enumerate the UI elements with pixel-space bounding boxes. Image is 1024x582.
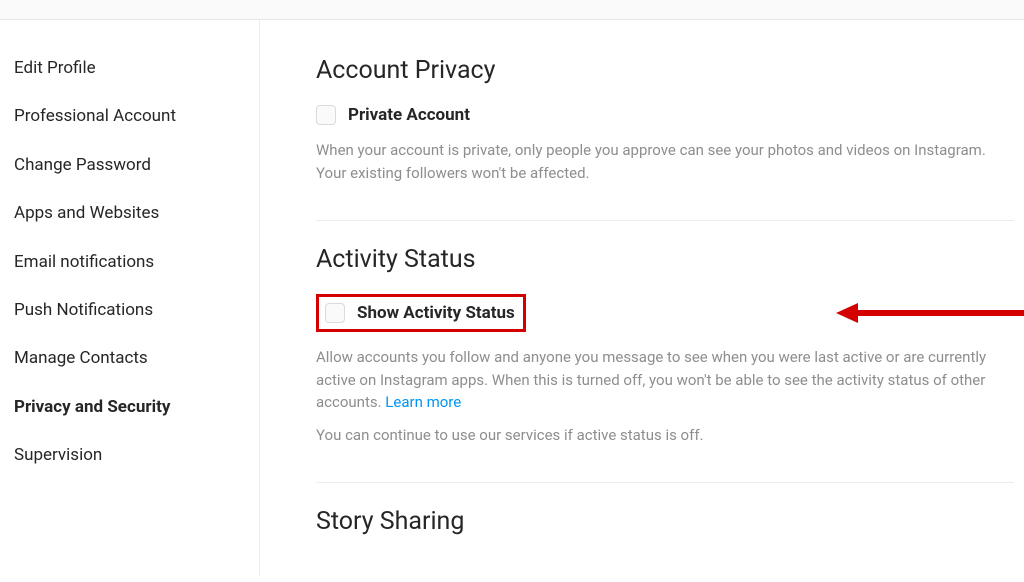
annotation-arrow <box>836 303 1024 323</box>
settings-main: Account Privacy Private Account When you… <box>260 20 1024 576</box>
private-account-label: Private Account <box>348 105 470 125</box>
sidebar-item-push-notifications[interactable]: Push Notifications <box>14 286 259 334</box>
section-story-sharing: Story Sharing <box>316 507 1014 582</box>
arrow-left-icon <box>836 303 858 323</box>
settings-container: Edit Profile Professional Account Change… <box>0 20 1024 576</box>
activity-status-description-2: You can continue to use our services if … <box>316 424 1014 447</box>
show-activity-status-row: Show Activity Status <box>316 294 1014 332</box>
activity-status-description: Allow accounts you follow and anyone you… <box>316 346 1014 414</box>
private-account-row: Private Account <box>316 105 1014 125</box>
sidebar-item-change-password[interactable]: Change Password <box>14 141 259 189</box>
learn-more-link[interactable]: Learn more <box>385 393 461 411</box>
private-account-checkbox[interactable] <box>316 105 336 125</box>
sidebar-item-email-notifications[interactable]: Email notifications <box>14 238 259 286</box>
section-title-story-sharing: Story Sharing <box>316 507 1014 536</box>
settings-sidebar: Edit Profile Professional Account Change… <box>0 20 260 576</box>
sidebar-item-privacy-security[interactable]: Privacy and Security <box>14 383 259 431</box>
section-account-privacy: Account Privacy Private Account When you… <box>316 56 1014 221</box>
arrow-line <box>858 310 1024 316</box>
sidebar-item-manage-contacts[interactable]: Manage Contacts <box>14 334 259 382</box>
sidebar-item-supervision[interactable]: Supervision <box>14 431 259 479</box>
show-activity-status-label: Show Activity Status <box>357 303 515 323</box>
section-title-activity-status: Activity Status <box>316 245 1014 274</box>
top-bar <box>0 0 1024 20</box>
private-account-description: When your account is private, only peopl… <box>316 139 1014 184</box>
sidebar-item-edit-profile[interactable]: Edit Profile <box>14 44 259 92</box>
annotation-highlight-box: Show Activity Status <box>316 294 526 332</box>
section-activity-status: Activity Status Show Activity Status All… <box>316 245 1014 483</box>
show-activity-status-checkbox[interactable] <box>325 303 345 323</box>
sidebar-item-apps-websites[interactable]: Apps and Websites <box>14 189 259 237</box>
section-title-account-privacy: Account Privacy <box>316 56 1014 85</box>
sidebar-item-professional-account[interactable]: Professional Account <box>14 92 259 140</box>
